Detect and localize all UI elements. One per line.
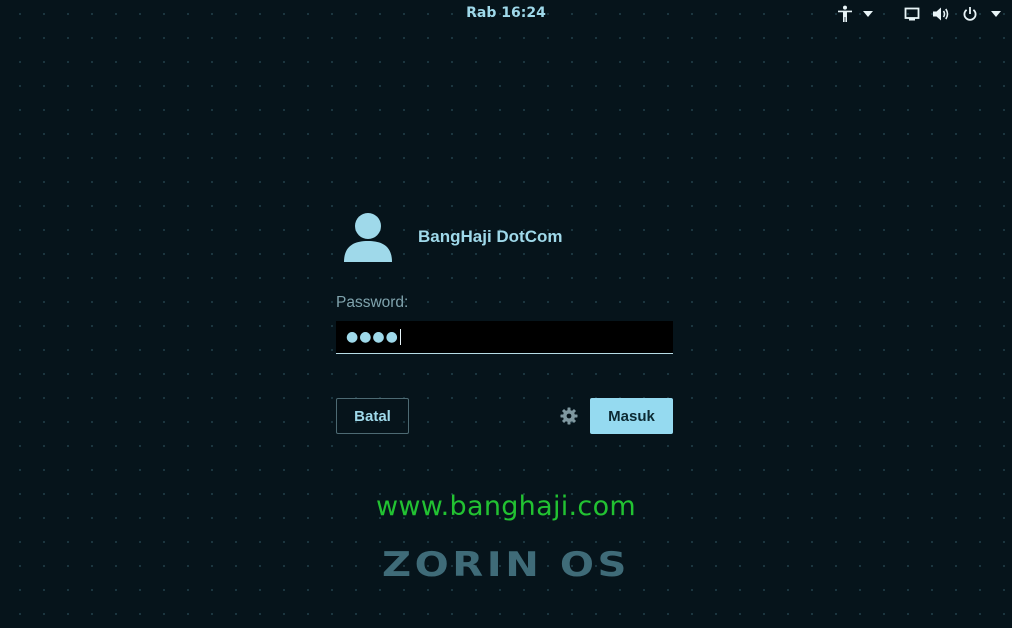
dropdown-arrow-icon[interactable] [990,10,1002,18]
dropdown-arrow-icon[interactable] [862,10,874,18]
distro-logo-text: ZORIN OS [382,545,630,582]
watermark-text: www.banghaji.com [376,491,636,522]
login-dialog: BangHaji DotCom Password: ●●●● Batal Mas… [336,208,673,434]
password-value: ●●●● [346,329,399,345]
user-row: BangHaji DotCom [336,208,673,268]
user-name: BangHaji DotCom [418,227,563,246]
system-menu[interactable] [904,4,1002,24]
accessibility-icon[interactable] [836,5,854,23]
power-icon[interactable] [962,6,978,22]
top-bar: Rab 16:24 [0,0,1012,28]
gear-icon[interactable] [560,407,578,425]
accessibility-menu[interactable] [836,4,874,24]
distro-logo: ZORIN OS [382,545,630,582]
display-icon[interactable] [904,6,920,22]
password-input[interactable]: ●●●● [336,321,673,354]
login-button[interactable]: Masuk [590,398,673,434]
avatar [336,208,400,268]
clock-label[interactable]: Rab 16:24 [466,5,546,21]
text-cursor [399,329,401,345]
password-label: Password: [336,294,409,311]
cancel-button[interactable]: Batal [336,398,409,434]
volume-icon[interactable] [932,6,950,22]
